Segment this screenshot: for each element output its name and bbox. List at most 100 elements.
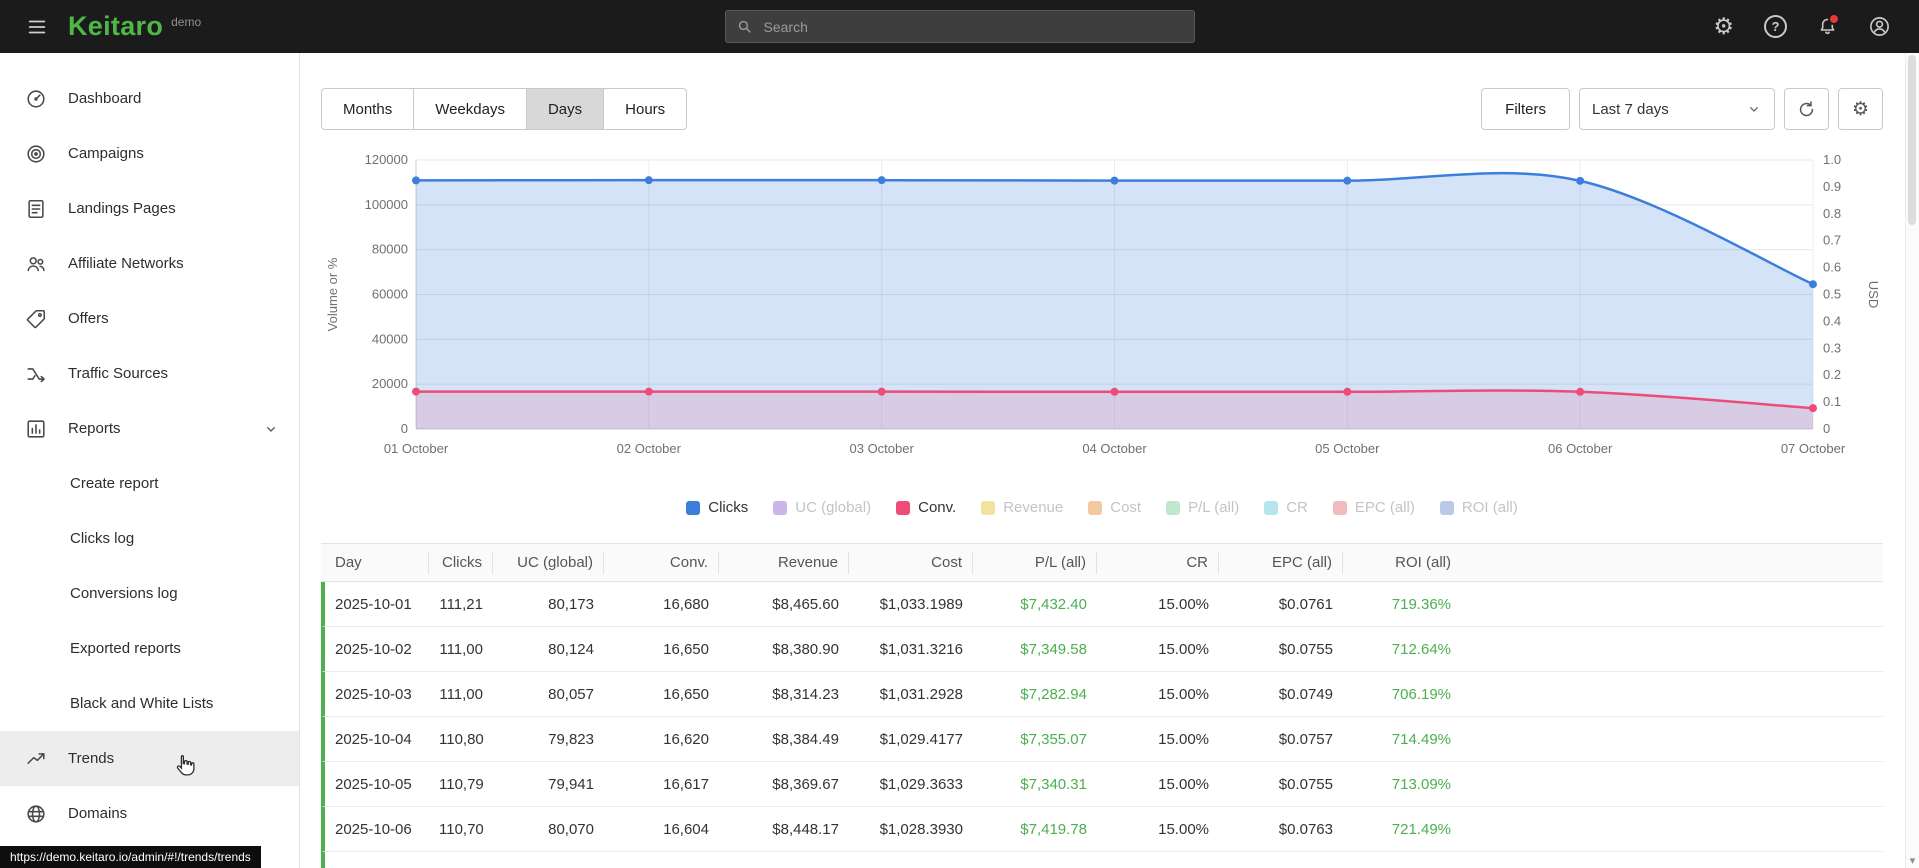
- legend-item-revenue[interactable]: Revenue: [981, 499, 1063, 516]
- filters-button[interactable]: Filters: [1481, 88, 1570, 130]
- svg-text:0.9: 0.9: [1823, 179, 1841, 194]
- cell-epc-all: $0.0761: [1278, 595, 1333, 613]
- sidebar-item-dashboard[interactable]: Dashboard: [0, 71, 299, 126]
- column-header-p-l-all[interactable]: P/L (all): [973, 551, 1097, 574]
- cell-roi-all: 713.09%: [1391, 775, 1451, 793]
- cell-cr: 15.00%: [1158, 595, 1209, 613]
- bell-icon[interactable]: [1817, 13, 1840, 37]
- sidebar-item-create-report[interactable]: Create report: [0, 456, 299, 511]
- sidebar-item-campaigns[interactable]: Campaigns: [0, 126, 299, 181]
- legend-label: EPC (all): [1354, 499, 1415, 516]
- date-range-value: Last 7 days: [1592, 100, 1669, 118]
- cell-cr: 15.00%: [1158, 640, 1209, 658]
- date-range-select[interactable]: Last 7 days: [1579, 88, 1775, 130]
- cell-conv: 16,650: [663, 685, 709, 703]
- cell-conv: 16,680: [663, 595, 709, 613]
- column-header-clicks[interactable]: Clicks: [429, 551, 493, 574]
- legend-item-clicks[interactable]: Clicks: [686, 499, 748, 516]
- sidebar-item-exported-reports[interactable]: Exported reports: [0, 621, 299, 676]
- logo: Keitaro: [68, 11, 164, 41]
- svg-text:0.8: 0.8: [1823, 206, 1841, 221]
- svg-text:100000: 100000: [365, 197, 408, 212]
- legend-label: CR: [1286, 499, 1308, 516]
- cell-clicks: 111,21: [439, 595, 483, 613]
- tab-days[interactable]: Days: [525, 88, 605, 130]
- cell-cr: 15.00%: [1158, 685, 1209, 703]
- help-icon[interactable]: ?: [1764, 15, 1787, 38]
- cell-roi-all: 719.36%: [1391, 595, 1451, 613]
- cell-roi-all: 706.19%: [1391, 685, 1451, 703]
- svg-text:0.2: 0.2: [1823, 367, 1841, 382]
- sidebar-item-label: Exported reports: [70, 640, 181, 657]
- column-header-roi-all[interactable]: ROI (all): [1343, 552, 1461, 574]
- sidebar-item-reports[interactable]: Reports: [0, 401, 299, 456]
- cell-cr: 15.00%: [1158, 820, 1209, 838]
- chart-settings-button[interactable]: ⚙: [1838, 88, 1883, 130]
- column-header-cost[interactable]: Cost: [849, 551, 973, 574]
- main-content: Months Weekdays Days Hours Filters Last 7 d…: [300, 53, 1919, 868]
- gear-icon[interactable]: ⚙: [1713, 15, 1734, 38]
- sidebar-item-trends[interactable]: Trends: [0, 731, 299, 786]
- column-header-uc-global[interactable]: UC (global): [493, 551, 604, 574]
- landing-pages-icon: [24, 197, 48, 221]
- sidebar-nav: Dashboard Campaigns Landings Pages Affiliat…: [0, 53, 299, 841]
- svg-text:20000: 20000: [372, 376, 408, 391]
- sidebar-item-label: Create report: [70, 475, 159, 492]
- legend-item-cr[interactable]: CR: [1264, 499, 1308, 516]
- tab-hours[interactable]: Hours: [603, 88, 688, 130]
- legend-item-conv[interactable]: Conv.: [896, 499, 956, 516]
- cell-revenue: $8,369.67: [772, 775, 839, 793]
- cell-day: 2025-10-01: [335, 595, 412, 613]
- legend-item-p-l-all[interactable]: P/L (all): [1166, 499, 1239, 516]
- sidebar-item-clicks-log[interactable]: Clicks log: [0, 511, 299, 566]
- sidebar-item-conversions-log[interactable]: Conversions log: [0, 566, 299, 621]
- column-header-conv[interactable]: Conv.: [604, 551, 719, 574]
- toolbar-right: Filters Last 7 days ⚙: [1481, 88, 1883, 130]
- traffic-sources-icon: [24, 362, 48, 386]
- sidebar-item-domains[interactable]: Domains: [0, 786, 299, 841]
- sidebar-item-traffic-sources[interactable]: Traffic Sources: [0, 346, 299, 401]
- legend-item-epc-all[interactable]: EPC (all): [1332, 499, 1415, 516]
- scrollbar-thumb[interactable]: [1908, 55, 1916, 225]
- column-header-epc-all[interactable]: EPC (all): [1219, 551, 1343, 574]
- legend-item-uc-global[interactable]: UC (global): [773, 499, 871, 516]
- cell-cr: 15.00%: [1158, 730, 1209, 748]
- legend-item-roi-all[interactable]: ROI (all): [1439, 499, 1518, 516]
- legend-swatch: [1332, 500, 1347, 515]
- refresh-icon: [1799, 100, 1814, 116]
- table-row: 2025-10-07: [321, 852, 1883, 868]
- cell-day: 2025-10-03: [335, 685, 412, 703]
- refresh-button[interactable]: [1784, 88, 1829, 130]
- cell-cost: $1,031.2928: [879, 685, 963, 703]
- logo-wrap[interactable]: Keitaro demo: [68, 13, 201, 40]
- column-header-day[interactable]: Day: [325, 551, 429, 574]
- search-input[interactable]: [761, 17, 1184, 36]
- svg-text:01 October: 01 October: [384, 441, 449, 456]
- trends-chart: 0 20000 40000 60000 80000 100000 120000 01 Octo…: [321, 148, 1883, 478]
- sidebar-item-landings-pages[interactable]: Landings Pages: [0, 181, 299, 236]
- user-icon[interactable]: [1868, 15, 1891, 38]
- svg-text:Volume or %: Volume or %: [325, 257, 340, 331]
- legend-label: Revenue: [1003, 499, 1064, 516]
- legend-item-cost[interactable]: Cost: [1088, 499, 1141, 516]
- menu-icon[interactable]: [20, 10, 54, 44]
- column-header-cr[interactable]: CR: [1097, 551, 1219, 574]
- sidebar-item-offers[interactable]: Offers: [0, 291, 299, 346]
- cell-day: 2025-10-06: [335, 820, 412, 838]
- column-header-revenue[interactable]: Revenue: [719, 551, 849, 574]
- scroll-down-icon[interactable]: ▾: [1906, 854, 1919, 867]
- svg-text:60000: 60000: [372, 287, 408, 302]
- cell-cost: $1,028.3930: [879, 820, 963, 838]
- sidebar-item-black-and-white-lists[interactable]: Black and White Lists: [0, 676, 299, 731]
- cell-clicks: 110,70: [439, 820, 484, 838]
- svg-text:0.5: 0.5: [1823, 287, 1841, 302]
- scrollbar[interactable]: ▾: [1905, 53, 1919, 868]
- topbar-icons: ⚙ ?: [1713, 13, 1891, 38]
- tab-weekdays[interactable]: Weekdays: [413, 88, 527, 130]
- cell-revenue: $8,384.49: [772, 730, 839, 748]
- tab-months[interactable]: Months: [321, 88, 415, 130]
- search-box[interactable]: [724, 10, 1195, 43]
- chart-legend: Clicks UC (global) Conv. Revenue Cost P/L (al…: [321, 499, 1883, 516]
- sidebar-item-affiliate-networks[interactable]: Affiliate Networks: [0, 236, 299, 291]
- cell-day: 2025-10-05: [335, 775, 412, 793]
